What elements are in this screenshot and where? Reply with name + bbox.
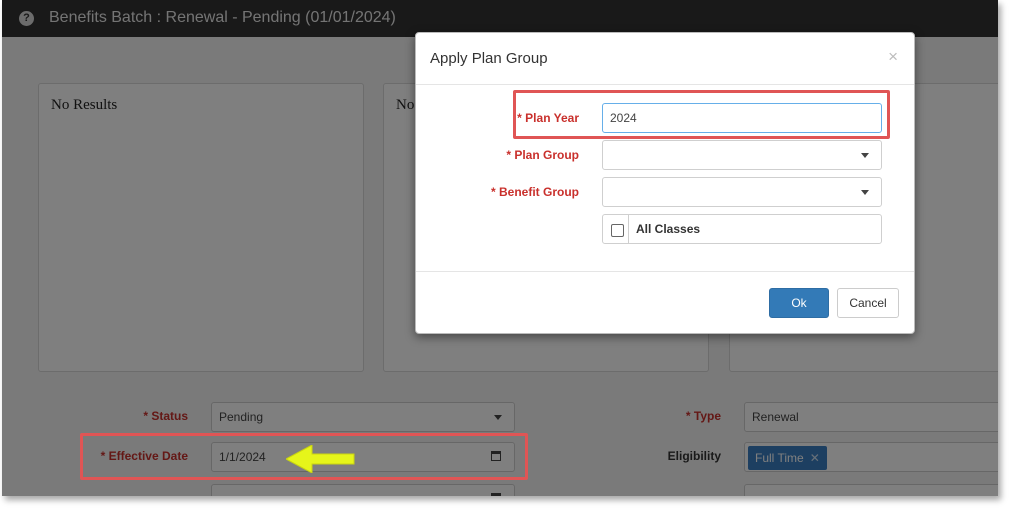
- close-icon[interactable]: ×: [888, 47, 898, 67]
- checkbox-divider: [628, 215, 629, 243]
- plan-group-label: * Plan Group: [506, 148, 579, 162]
- apply-plan-group-dialog: Apply Plan Group × * Plan Year 2024 * Pl…: [415, 32, 915, 334]
- all-classes-label: All Classes: [636, 222, 701, 236]
- plan-year-highlight: [513, 90, 890, 139]
- dialog-title: Apply Plan Group: [430, 50, 548, 67]
- all-classes-checkbox[interactable]: [611, 224, 624, 237]
- all-classes-group: All Classes: [602, 214, 882, 244]
- chevron-down-icon: [861, 153, 869, 158]
- chevron-down-icon: [861, 190, 869, 195]
- benefit-group-select[interactable]: [602, 177, 882, 207]
- benefit-group-label: * Benefit Group: [490, 185, 579, 199]
- cancel-button[interactable]: Cancel: [837, 288, 899, 318]
- plan-group-select[interactable]: [602, 140, 882, 170]
- ok-button[interactable]: Ok: [769, 288, 829, 318]
- pointer-arrow-icon: [286, 445, 355, 473]
- footer-divider: [416, 271, 914, 272]
- header-divider: [416, 84, 914, 85]
